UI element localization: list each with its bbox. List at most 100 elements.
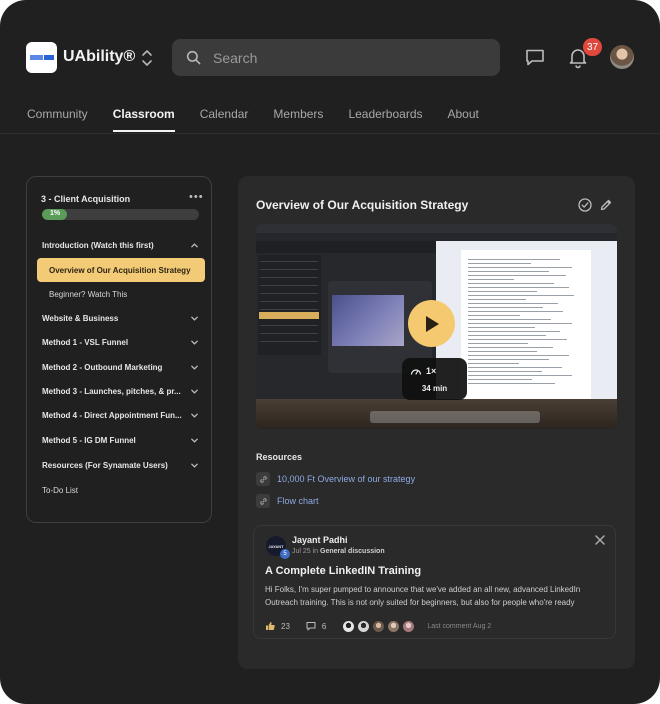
tab-members[interactable]: Members: [273, 107, 323, 132]
author-level-badge: 5: [280, 549, 290, 559]
post-title[interactable]: A Complete LinkedIN Training: [265, 565, 421, 577]
post-body: Hi Folks, I'm super pumped to announce t…: [265, 585, 581, 607]
video-info-overlay: 1× 34 min: [402, 358, 467, 400]
thumbs-up-icon[interactable]: [265, 621, 275, 631]
playback-speed-label: 1×: [426, 366, 437, 376]
video-frame-left-rows: [260, 261, 318, 349]
resource-link-label: 10,000 Ft Overview of our strategy: [277, 474, 416, 484]
nav-divider: [0, 133, 660, 134]
module-label: Method 5 - IG DM Funnel: [42, 435, 136, 445]
module-label: Introduction (Watch this first): [42, 240, 154, 250]
link-icon: [256, 494, 270, 508]
resources-heading: Resources: [256, 452, 303, 462]
mark-complete-icon[interactable]: [578, 198, 592, 212]
video-player[interactable]: 1× 34 min: [256, 224, 617, 429]
course-progress-bar: 1%: [42, 209, 199, 220]
module-label: Resources (For Synamate Users): [42, 460, 168, 470]
lesson-item-overview[interactable]: Overview of Our Acquisition Strategy: [37, 258, 205, 282]
main-nav: Community Classroom Calendar Members Lea…: [27, 107, 504, 132]
tab-community[interactable]: Community: [27, 107, 88, 132]
resource-link-flow-chart[interactable]: Flow chart: [256, 494, 319, 508]
commenter-avatar[interactable]: [372, 619, 386, 633]
module-label: Website & Business: [42, 313, 119, 323]
post-date: Jul 25 in: [292, 548, 319, 555]
module-method-4[interactable]: Method 4 - Direct Appointment Fun...: [42, 408, 199, 422]
more-options-icon[interactable]: •••: [189, 191, 204, 203]
video-frame-address-bar: [256, 233, 617, 241]
video-frame-left-highlight: [259, 312, 319, 319]
app-logo[interactable]: [26, 42, 57, 73]
lesson-panel: Overview of Our Acquisition Strategy 1× …: [238, 176, 635, 669]
like-count: 23: [281, 621, 290, 631]
speed-gauge-icon: [410, 369, 422, 375]
course-title: 3 - Client Acquisition: [41, 194, 131, 204]
video-frame-browser-tabs: [256, 224, 617, 233]
chevron-up-icon: [191, 242, 198, 247]
chevron-down-icon: [191, 438, 198, 443]
chevron-down-icon: [191, 463, 198, 468]
user-avatar[interactable]: [610, 45, 634, 69]
chevron-down-icon: [191, 365, 198, 370]
comment-count: 6: [321, 621, 327, 631]
app-window: UAbility® 37 Community Classroom Calenda…: [0, 0, 660, 704]
commenter-avatar[interactable]: [342, 619, 356, 633]
chevron-down-icon: [191, 389, 198, 394]
lesson-title: Overview of Our Acquisition Strategy: [256, 198, 469, 212]
resource-link-overview[interactable]: 10,000 Ft Overview of our strategy: [256, 472, 415, 486]
video-frame-dock: [370, 411, 540, 423]
community-post-card[interactable]: JAYANT 5 Jayant Padhi Jul 25 in General …: [253, 525, 616, 639]
tab-about[interactable]: About: [448, 107, 479, 132]
module-method-1[interactable]: Method 1 - VSL Funnel: [42, 335, 199, 349]
resource-link-label: Flow chart: [277, 496, 319, 506]
course-progress-label: 1%: [50, 210, 61, 217]
module-label: Method 3 - Launches, pitches, & pr...: [42, 386, 181, 396]
commenter-avatar[interactable]: [402, 619, 416, 633]
switcher-icon[interactable]: [140, 47, 154, 69]
chevron-down-icon: [191, 316, 198, 321]
module-label: Method 1 - VSL Funnel: [42, 337, 129, 347]
commenter-avatars: [342, 619, 417, 633]
play-icon: [425, 315, 439, 332]
module-label: Method 2 - Outbound Marketing: [42, 362, 163, 372]
playback-speed[interactable]: 1×: [410, 366, 436, 376]
course-sidebar: 3 - Client Acquisition ••• 1% Introducti…: [26, 176, 212, 523]
module-resources[interactable]: Resources (For Synamate Users): [42, 458, 199, 472]
play-button[interactable]: [408, 300, 455, 347]
video-frame-thumbnail: [332, 295, 404, 346]
logo-wordmark: [29, 55, 54, 60]
comment-icon[interactable]: [306, 621, 316, 631]
module-introduction[interactable]: Introduction (Watch this first): [42, 238, 199, 252]
module-method-2[interactable]: Method 2 - Outbound Marketing: [42, 360, 199, 374]
module-website-business[interactable]: Website & Business: [42, 311, 199, 325]
module-label: Method 4 - Direct Appointment Fun...: [42, 410, 182, 420]
commenter-avatar[interactable]: [387, 619, 401, 633]
app-name[interactable]: UAbility®: [63, 48, 135, 66]
tab-leaderboards[interactable]: Leaderboards: [348, 107, 422, 132]
todo-list[interactable]: To-Do List: [42, 483, 199, 497]
search-icon: [186, 50, 201, 65]
video-frame-left-header: [256, 241, 436, 253]
post-meta: Jul 25 in General discussion: [292, 548, 385, 555]
edit-icon[interactable]: [599, 198, 613, 212]
module-method-5[interactable]: Method 5 - IG DM Funnel: [42, 433, 199, 447]
tab-calendar[interactable]: Calendar: [200, 107, 249, 132]
lesson-item-beginner[interactable]: Beginner? Watch This: [37, 282, 205, 306]
chat-icon[interactable]: [523, 45, 547, 69]
post-author[interactable]: Jayant Padhi: [292, 535, 348, 545]
tab-classroom[interactable]: Classroom: [112, 107, 175, 132]
post-footer: 23 6 Last comment Aug 2: [265, 619, 610, 633]
module-method-3[interactable]: Method 3 - Launches, pitches, & pr...: [42, 384, 199, 398]
commenter-avatar[interactable]: [357, 619, 371, 633]
last-comment: Last comment Aug 2: [427, 622, 492, 630]
video-frame-document-lines: [468, 259, 583, 387]
chevron-down-icon: [191, 413, 198, 418]
chevron-down-icon: [191, 340, 198, 345]
todo-label: To-Do List: [42, 485, 79, 495]
video-duration: 34 min: [421, 384, 448, 393]
close-icon[interactable]: [594, 534, 606, 546]
link-icon: [256, 472, 270, 486]
post-category[interactable]: General discussion: [320, 548, 385, 555]
notification-badge: 37: [583, 38, 602, 56]
search-input[interactable]: [213, 49, 473, 66]
search-bar[interactable]: [172, 39, 500, 76]
